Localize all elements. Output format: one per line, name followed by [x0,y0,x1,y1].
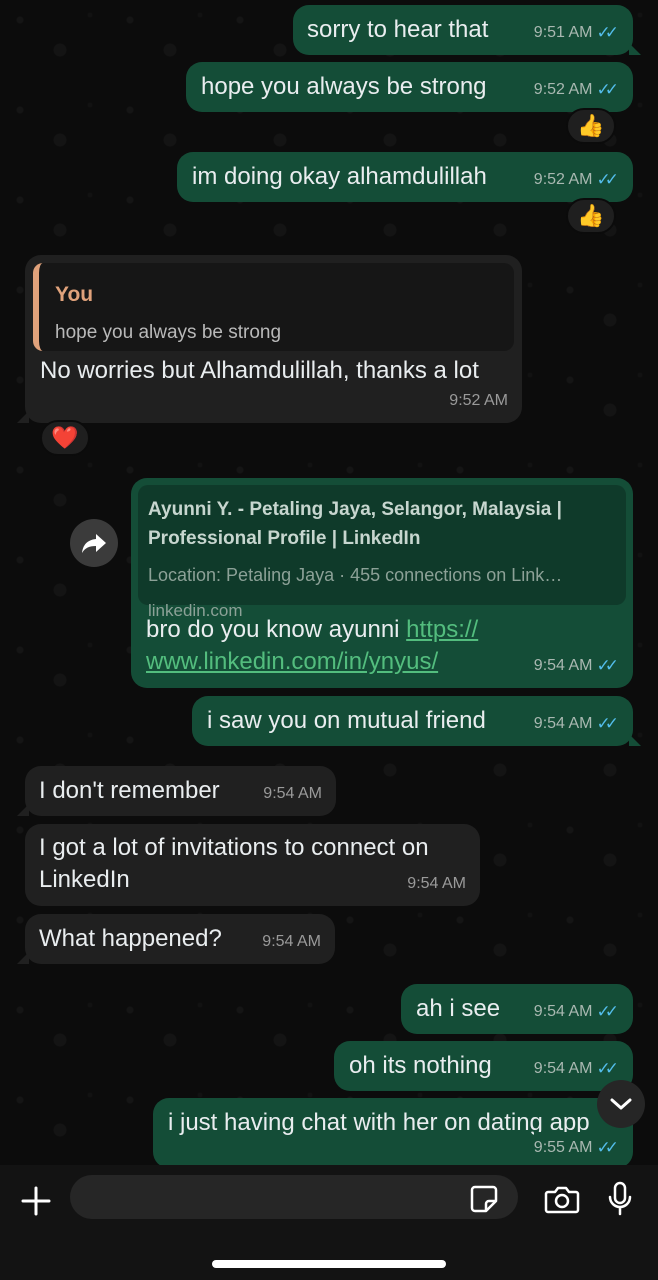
double-check-icon: ✓✓ [596,714,619,733]
message-outgoing[interactable]: oh its nothing 9:54 AM ✓✓ [334,1041,633,1091]
message-outgoing[interactable]: i saw you on mutual friend 9:54 AM ✓✓ [192,696,641,746]
message-time: 9:54 AM [533,1060,593,1077]
thumbs-up-icon: 👍 [577,203,605,228]
message-outgoing[interactable]: hope you always be strong 9:52 AM ✓✓ [186,62,633,112]
double-check-icon: ✓✓ [596,170,619,189]
quoted-message[interactable]: You hope you always be strong [33,263,514,351]
double-check-icon: ✓✓ [596,80,619,99]
message-outgoing[interactable]: sorry to hear that 9:51 AM ✓✓ [293,5,641,55]
heart-icon: ❤️ [51,425,79,450]
message-reaction[interactable]: ❤️ [40,420,90,456]
forward-icon [82,534,106,553]
message-meta: 9:54 AM [262,926,321,958]
message-meta: 9:52 AM ✓✓ [534,74,619,106]
thumbs-up-icon: 👍 [577,113,605,138]
message-time: 9:52 AM [533,81,593,98]
double-check-icon: ✓✓ [596,656,619,675]
message-meta: 9:52 AM ✓✓ [534,164,619,196]
message-time: 9:55 AM [533,1139,593,1156]
plus-icon [21,1186,51,1216]
message-meta: 9:54 AM ✓✓ [534,708,619,740]
message-outgoing[interactable]: im doing okay alhamdulillah 9:52 AM ✓✓ [177,152,633,202]
chevron-down-icon [610,1098,632,1110]
message-meta: 9:54 AM ✓✓ [534,996,619,1028]
message-input[interactable] [70,1175,518,1219]
composer-bar [0,1165,658,1280]
message-meta: 9:54 AM [263,778,322,810]
message-time: 9:54 AM [262,933,321,950]
home-indicator [212,1260,446,1268]
double-check-icon: ✓✓ [596,23,619,42]
message-text: No worries but Alhamdulillah, thanks a l… [40,357,479,384]
message-reaction[interactable]: 👍 [566,108,616,144]
message-meta: 9:52 AM [449,385,508,417]
double-check-icon: ✓✓ [596,1138,619,1157]
message-incoming[interactable]: I don't remember 9:54 AM [17,766,336,816]
message-link[interactable]: https:// [406,616,478,643]
message-outgoing[interactable]: i just having chat with her on dating ap… [153,1098,633,1168]
scroll-to-bottom-button[interactable] [597,1080,645,1128]
message-meta: 9:54 AM ✓✓ [534,1053,619,1085]
message-text: bro do you know ayunni [146,616,407,643]
message-incoming[interactable]: I got a lot of invitations to connect on… [25,824,480,906]
message-meta: 9:54 AM ✓✓ [534,650,619,682]
message-time: 9:51 AM [533,24,593,41]
link-preview-title: Ayunni Y. - Petaling Jaya, Selangor, Mal… [148,499,562,520]
sticker-button[interactable] [468,1183,500,1215]
message-time: 9:54 AM [533,657,593,674]
message-meta: 9:54 AM [407,868,466,900]
message-time: 9:54 AM [533,1003,593,1020]
message-time: 9:54 AM [407,875,466,892]
message-incoming[interactable]: What happened? 9:54 AM [17,914,335,964]
attach-button[interactable] [14,1179,58,1223]
link-preview[interactable]: Ayunni Y. - Petaling Jaya, Selangor, Mal… [138,485,626,620]
message-meta: 9:55 AM ✓✓ [533,1132,619,1164]
microphone-icon [608,1181,632,1216]
message-incoming[interactable]: You hope you always be strong No worries… [17,255,522,423]
quote-author: You [55,283,94,306]
message-outgoing[interactable]: ah i see 9:54 AM ✓✓ [401,984,633,1034]
message-link[interactable]: www.linkedin.com/in/ynyus/ [146,648,438,675]
double-check-icon: ✓✓ [596,1059,619,1078]
quote-text: hope you always be strong [55,322,282,343]
sticker-icon [470,1185,498,1213]
message-text: I got a lot of invitations to connect on [39,834,429,861]
message-outgoing[interactable]: Ayunni Y. - Petaling Jaya, Selangor, Mal… [131,478,633,688]
camera-icon [544,1186,580,1214]
link-preview-title: Professional Profile | LinkedIn [148,528,421,549]
message-meta: 9:51 AM ✓✓ [534,17,619,49]
message-time: 9:54 AM [533,715,593,732]
message-time: 9:54 AM [263,785,322,802]
message-time: 9:52 AM [449,392,508,409]
forward-button[interactable] [70,519,118,567]
double-check-icon: ✓✓ [596,1002,619,1021]
camera-button[interactable] [540,1179,584,1219]
microphone-button[interactable] [600,1177,640,1221]
message-time: 9:52 AM [533,171,593,188]
message-reaction[interactable]: 👍 [566,198,616,234]
link-preview-description: Location: Petaling Jaya · 455 connection… [148,565,563,585]
